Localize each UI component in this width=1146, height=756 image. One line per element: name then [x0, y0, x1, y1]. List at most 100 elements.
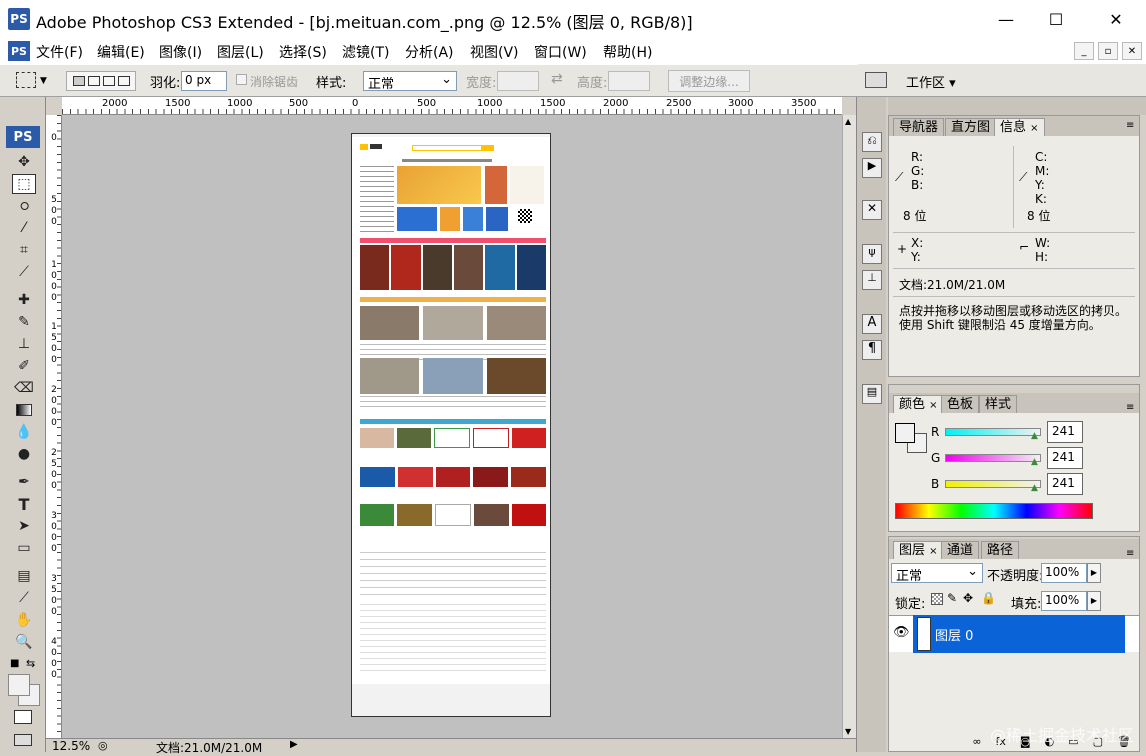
doc-restore-button[interactable]: ▫ — [1098, 42, 1118, 60]
height-input[interactable] — [608, 71, 650, 91]
fill-input[interactable]: 100% — [1041, 591, 1087, 611]
feather-input[interactable]: 0 px — [181, 71, 227, 91]
notes-icon[interactable]: ▤ — [12, 566, 36, 586]
new-selection-icon[interactable] — [72, 76, 85, 86]
layer-name[interactable]: 图层 0 — [935, 625, 973, 644]
eraser-icon[interactable]: ⌫ — [12, 378, 36, 398]
blur-icon[interactable]: 💧 — [12, 422, 36, 442]
menu-image[interactable]: 图像(I) — [159, 42, 202, 62]
menu-view[interactable]: 视图(V) — [470, 42, 519, 62]
history-icon[interactable]: ⎌ — [862, 132, 882, 152]
color-spectrum-bar[interactable] — [895, 503, 1093, 519]
document-canvas[interactable] — [351, 133, 551, 717]
slider-thumb-icon[interactable]: ▲ — [1031, 483, 1038, 493]
fill-arrow-icon[interactable]: ▶ — [1087, 591, 1101, 611]
gradient-icon[interactable] — [12, 400, 36, 420]
slider-thumb-icon[interactable]: ▲ — [1031, 457, 1038, 467]
status-menu-arrow-icon[interactable]: ▶ — [290, 739, 298, 750]
doc-minimize-button[interactable]: _ — [1074, 42, 1094, 60]
brushes-icon[interactable]: ψ — [862, 244, 882, 264]
foreground-color-swatch[interactable] — [8, 674, 30, 696]
blend-mode-select[interactable]: 正常 ⌄ — [891, 563, 983, 584]
tab-channels[interactable]: 通道 — [941, 541, 980, 559]
g-input[interactable]: 241 — [1047, 447, 1083, 469]
move-tool-icon[interactable]: ✥ — [12, 152, 36, 172]
hand-icon[interactable]: ✋ — [12, 610, 36, 630]
character-icon[interactable]: A — [862, 314, 882, 334]
scroll-up-icon[interactable]: ▲ — [845, 117, 851, 126]
magic-wand-icon[interactable]: ⁄ — [12, 218, 36, 238]
minimize-button[interactable]: — — [986, 6, 1026, 32]
bridge-icon[interactable] — [865, 72, 887, 88]
marquee-tool-icon[interactable] — [16, 72, 36, 88]
quick-mask-icon[interactable] — [14, 710, 32, 724]
tab-navigator[interactable]: 导航器 — [893, 118, 945, 136]
actions-icon[interactable]: ▶ — [862, 158, 882, 178]
g-slider[interactable] — [945, 454, 1041, 462]
ps-badge-icon[interactable]: PS — [6, 126, 40, 148]
menu-help[interactable]: 帮助(H) — [603, 42, 652, 62]
opacity-input[interactable]: 100% — [1041, 563, 1087, 583]
clone-source-icon[interactable]: ⊥ — [862, 270, 882, 290]
antialias-checkbox[interactable] — [236, 74, 247, 85]
link-layers-icon[interactable]: ∞ — [972, 735, 981, 751]
opacity-arrow-icon[interactable]: ▶ — [1087, 563, 1101, 583]
tab-layers[interactable]: 图层 × — [893, 541, 944, 559]
slider-thumb-icon[interactable]: ▲ — [1031, 431, 1038, 441]
document-icon[interactable]: PS — [8, 41, 30, 61]
b-input[interactable]: 241 — [1047, 473, 1083, 495]
history-brush-icon[interactable]: ✐ — [12, 356, 36, 376]
tab-swatches[interactable]: 色板 — [941, 395, 980, 413]
tool-preset-arrow-icon[interactable]: ▼ — [40, 76, 47, 86]
shape-icon[interactable]: ▭ — [12, 538, 36, 558]
clone-stamp-icon[interactable]: ⊥ — [12, 334, 36, 354]
dodge-icon[interactable]: ● — [12, 444, 36, 464]
intersect-selection-icon[interactable] — [117, 76, 130, 86]
add-selection-icon[interactable] — [87, 76, 100, 86]
fg-color-swatch[interactable] — [895, 423, 915, 443]
menu-window[interactable]: 窗口(W) — [534, 42, 587, 62]
r-input[interactable]: 241 — [1047, 421, 1083, 443]
lock-all-icon[interactable]: 🔒 — [981, 591, 996, 605]
lock-position-icon[interactable]: ✥ — [963, 591, 973, 605]
layer-comps-icon[interactable]: ▤ — [862, 384, 882, 404]
pen-icon[interactable]: ✒ — [12, 472, 36, 492]
menu-file[interactable]: 文件(F) — [36, 42, 83, 62]
slice-icon[interactable]: ⟋ — [12, 262, 36, 282]
eye-visibility-icon[interactable]: 👁 — [893, 625, 910, 640]
panel-menu-icon[interactable]: ≡ — [1126, 120, 1134, 131]
tab-styles[interactable]: 样式 — [979, 395, 1018, 413]
healing-brush-icon[interactable]: ✚ — [12, 290, 36, 310]
refine-edge-button[interactable]: 调整边缘... — [668, 70, 750, 92]
zoom-icon[interactable]: 🔍 — [12, 632, 36, 652]
menu-filter[interactable]: 滤镜(T) — [342, 42, 389, 62]
menu-analysis[interactable]: 分析(A) — [405, 42, 454, 62]
maximize-button[interactable]: ☐ — [1036, 6, 1076, 32]
tab-color[interactable]: 颜色 × — [893, 395, 944, 413]
scroll-down-icon[interactable]: ▼ — [845, 727, 851, 736]
b-slider[interactable] — [945, 480, 1041, 488]
tab-close-icon[interactable]: × — [929, 400, 937, 411]
panel-collapse-strip[interactable] — [888, 97, 1146, 115]
path-selection-icon[interactable]: ➤ — [12, 516, 36, 536]
lock-pixels-icon[interactable]: ✎ — [947, 591, 957, 605]
screen-mode-icon[interactable] — [14, 734, 32, 746]
paragraph-icon[interactable]: ¶ — [862, 340, 882, 360]
menu-edit[interactable]: 编辑(E) — [97, 42, 145, 62]
eyedropper-icon[interactable]: ⟋ — [12, 588, 36, 608]
panel-menu-icon[interactable]: ≡ — [1126, 402, 1134, 413]
swap-icon[interactable]: ⇄ — [551, 71, 563, 87]
lasso-icon[interactable]: ഠ — [12, 196, 36, 216]
panel-menu-icon[interactable]: ≡ — [1126, 548, 1134, 559]
brush-icon[interactable]: ✎ — [12, 312, 36, 332]
tab-close-icon[interactable]: × — [929, 546, 937, 557]
tool-presets-icon[interactable]: ✕ — [862, 200, 882, 220]
type-icon[interactable]: T — [12, 494, 36, 514]
selection-mode-group[interactable] — [66, 71, 136, 91]
tab-info[interactable]: 信息 × — [994, 118, 1045, 136]
tab-histogram[interactable]: 直方图 — [945, 118, 997, 136]
swap-colors-icon[interactable]: ⇆ — [26, 657, 35, 670]
width-input[interactable] — [497, 71, 539, 91]
subtract-selection-icon[interactable] — [102, 76, 115, 86]
doc-close-button[interactable]: ✕ — [1122, 42, 1142, 60]
